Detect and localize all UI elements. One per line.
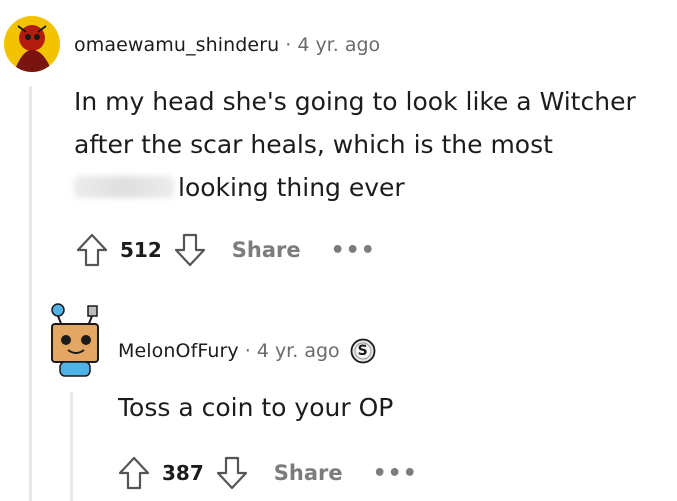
comment-username[interactable]: MelonOfFury	[118, 340, 239, 362]
comment-body-line: looking thing ever	[74, 166, 674, 209]
upvote-arrow-icon[interactable]	[114, 453, 154, 493]
comment-username[interactable]: omaewamu_shinderu	[74, 34, 279, 56]
comment-body-text: looking thing ever	[178, 173, 405, 202]
more-options-button[interactable]: •••	[373, 461, 418, 486]
more-options-button[interactable]: •••	[331, 238, 376, 263]
vote-count: 512	[120, 238, 162, 262]
comment-body: In my head she's going to look like a Wi…	[74, 80, 674, 209]
comment-body-line: after the scar heals, which is the most	[74, 130, 553, 159]
comment-body: Toss a coin to your OP	[118, 386, 658, 429]
comment-timestamp[interactable]: 4 yr. ago	[297, 34, 380, 56]
user-avatar[interactable]	[4, 16, 60, 72]
blurred-word	[74, 176, 174, 198]
share-button[interactable]: Share	[232, 238, 301, 262]
comment-actions: 387 Share •••	[114, 453, 418, 493]
silver-coin-award-icon[interactable]: S	[350, 338, 376, 364]
thread-line-reply[interactable]	[70, 392, 73, 501]
comment-timestamp[interactable]: 4 yr. ago	[257, 340, 340, 362]
user-avatar[interactable]	[42, 300, 108, 380]
thread-line-main[interactable]	[29, 86, 32, 501]
meta-separator: ·	[244, 340, 251, 362]
downvote-arrow-icon[interactable]	[212, 453, 252, 493]
vote-count: 387	[162, 461, 204, 485]
comment-actions: 512 Share •••	[72, 230, 376, 270]
award-badge-letter: S	[357, 343, 368, 359]
share-button[interactable]: Share	[274, 461, 343, 485]
upvote-arrow-icon[interactable]	[72, 230, 112, 270]
meta-separator: ·	[285, 34, 292, 56]
comment-body-line: In my head she's going to look like a Wi…	[74, 87, 636, 116]
comment-body-line: Toss a coin to your OP	[118, 393, 394, 422]
downvote-arrow-icon[interactable]	[170, 230, 210, 270]
